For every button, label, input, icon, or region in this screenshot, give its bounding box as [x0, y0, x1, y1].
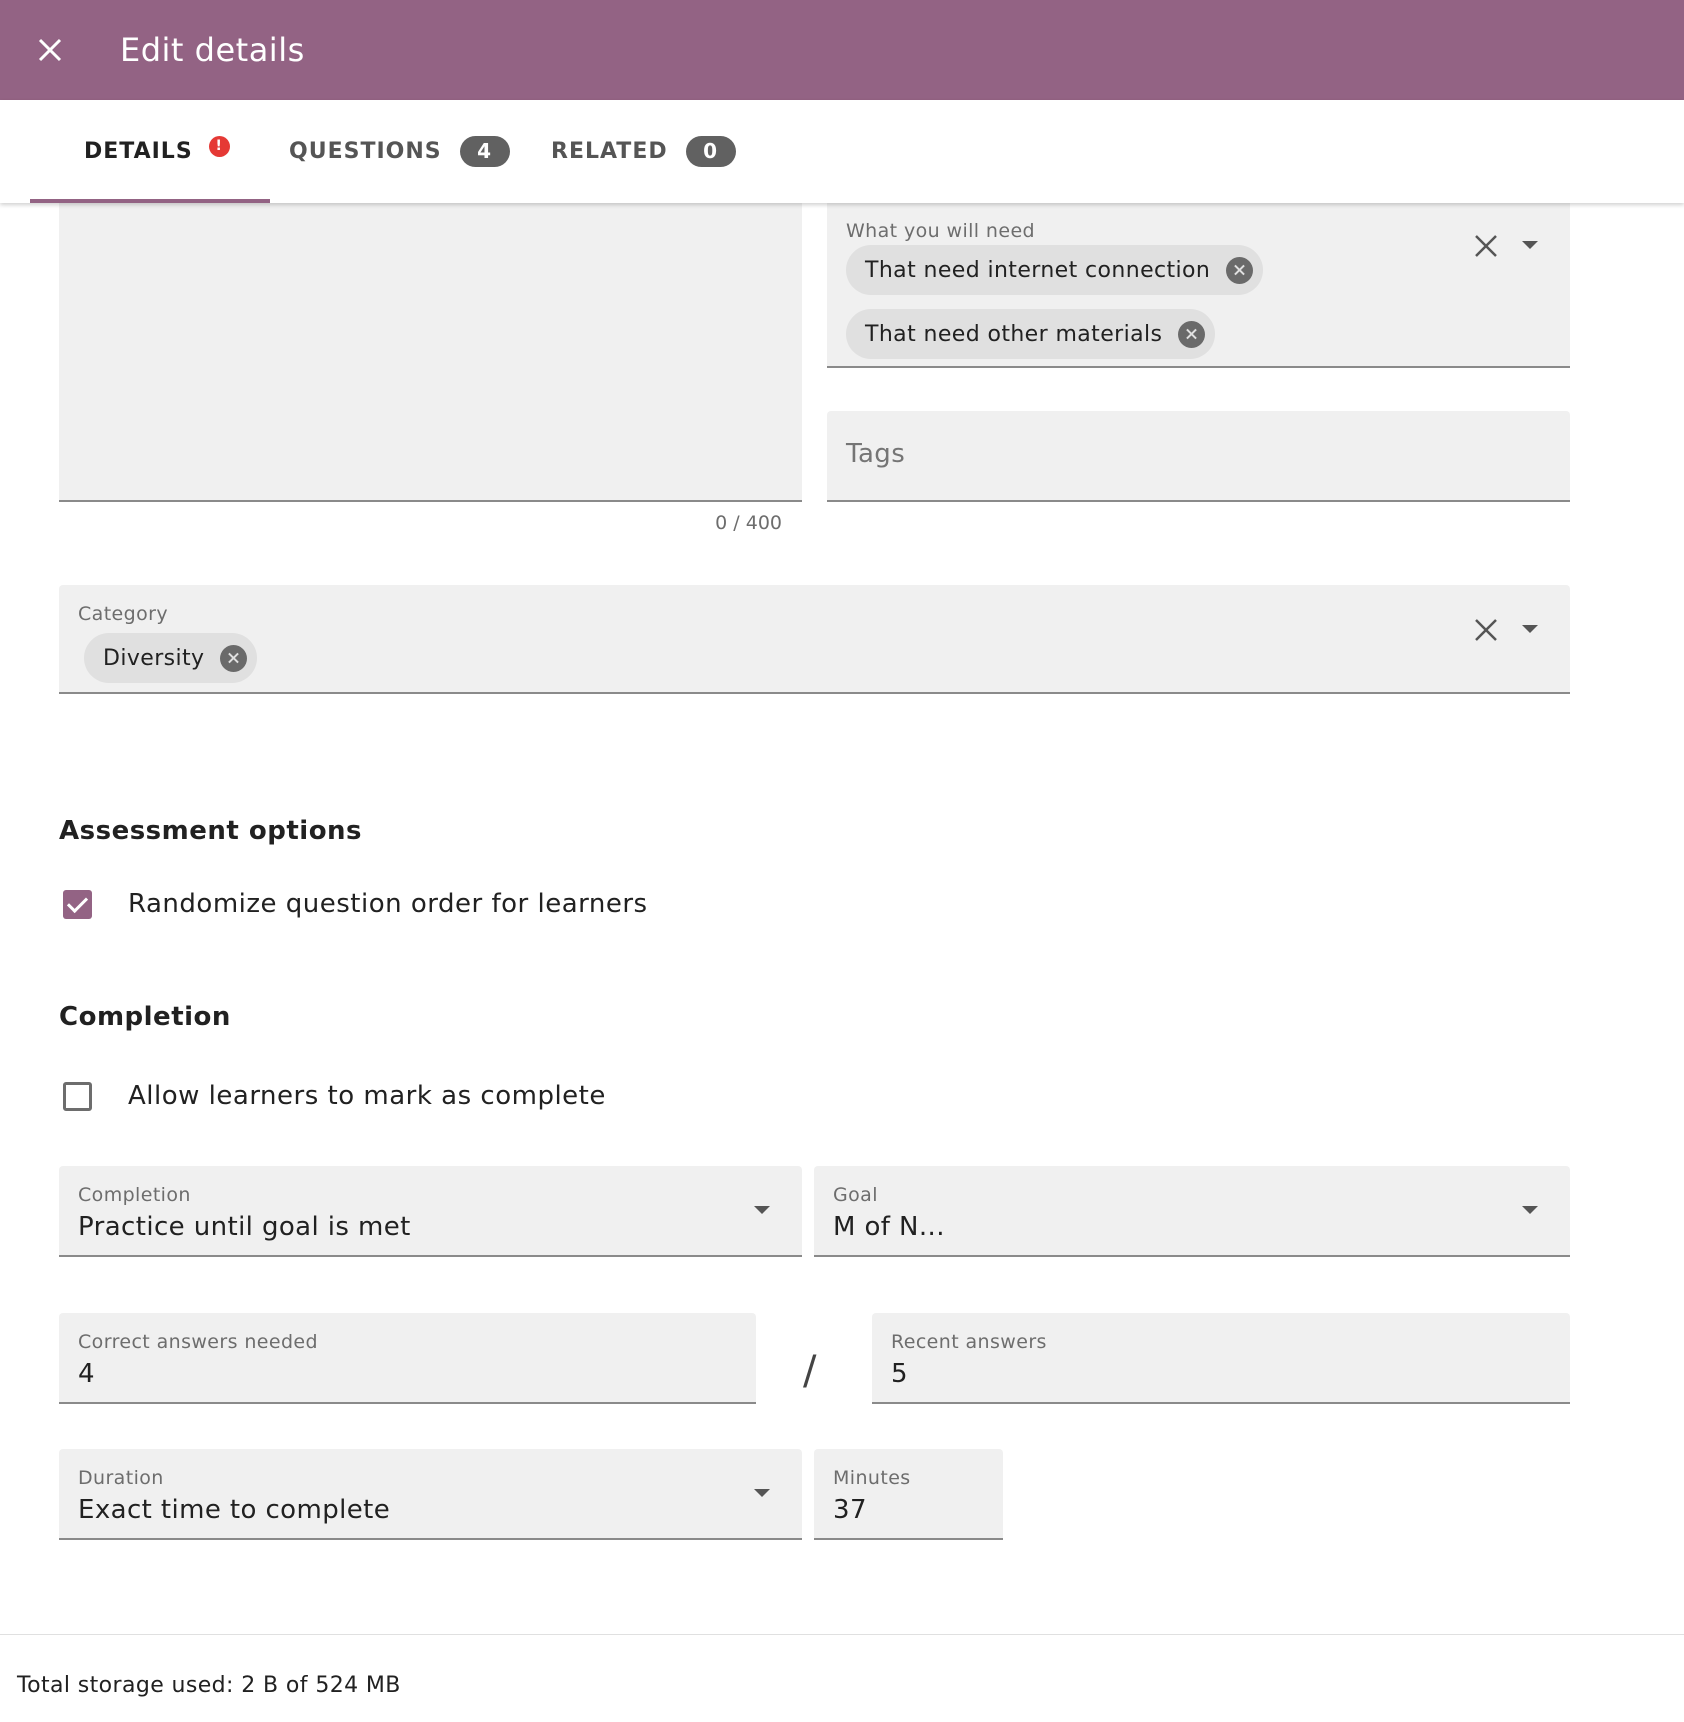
dropdown-caret-icon[interactable] [754, 1206, 770, 1214]
clear-icon[interactable] [1471, 615, 1501, 645]
m-of-n-separator: / [803, 1348, 817, 1394]
randomize-order-label: Randomize question order for learners [128, 889, 648, 919]
page-title: Edit details [120, 31, 305, 69]
close-icon[interactable] [30, 30, 70, 70]
completion-label: Completion [78, 1184, 191, 1206]
dropdown-caret-icon[interactable] [1522, 1206, 1538, 1214]
app-bar: Edit details [0, 0, 1684, 100]
footer: Total storage used: 2 B of 524 MB [0, 1634, 1684, 1722]
tab-details[interactable]: DETAILS ! [84, 100, 230, 203]
dropdown-caret-icon[interactable] [1522, 625, 1538, 633]
checkbox-checked-icon[interactable] [63, 889, 92, 919]
chip-remove-icon[interactable] [1226, 256, 1254, 284]
category-label: Category [78, 603, 168, 625]
checkbox-unchecked-icon[interactable] [63, 1081, 92, 1111]
recent-answers-input[interactable]: Recent answers 5 [872, 1313, 1570, 1404]
description-char-counter: 0 / 400 [715, 512, 782, 534]
error-icon: ! [208, 136, 230, 157]
goal-label: Goal [833, 1184, 878, 1206]
correct-answers-input[interactable]: Correct answers needed 4 [59, 1313, 756, 1404]
tab-questions[interactable]: QUESTIONS 4 [289, 100, 510, 203]
allow-mark-complete-checkbox-row[interactable]: Allow learners to mark as complete [59, 1076, 606, 1116]
tab-related[interactable]: RELATED 0 [551, 100, 736, 203]
clear-icon[interactable] [1471, 231, 1501, 261]
recent-answers-label: Recent answers [891, 1331, 1047, 1353]
dropdown-caret-icon[interactable] [754, 1489, 770, 1497]
randomize-order-checkbox-row[interactable]: Randomize question order for learners [59, 884, 648, 924]
dropdown-caret-icon[interactable] [1522, 241, 1538, 249]
tags-placeholder: Tags [846, 439, 906, 469]
correct-answers-value: 4 [78, 1359, 95, 1389]
completion-select[interactable]: Completion Practice until goal is met [59, 1166, 802, 1257]
category-select[interactable]: Category Diversity [59, 585, 1570, 694]
completion-value: Practice until goal is met [78, 1212, 411, 1242]
minutes-input[interactable]: Minutes 37 [814, 1449, 1003, 1540]
chip-remove-icon[interactable] [1178, 320, 1206, 348]
related-count-badge: 0 [685, 136, 736, 167]
storage-used-text: Total storage used: 2 B of 524 MB [17, 1673, 401, 1698]
need-chip-label: That need internet connection [865, 257, 1211, 283]
assessment-options-heading: Assessment options [59, 816, 363, 846]
tab-questions-label: QUESTIONS [289, 139, 442, 164]
minutes-label: Minutes [833, 1467, 911, 1489]
duration-label: Duration [78, 1467, 164, 1489]
what-you-will-need-label: What you will need [846, 220, 1036, 242]
description-textarea[interactable] [59, 190, 802, 502]
tab-details-label: DETAILS [84, 139, 193, 164]
category-chip: Diversity [84, 633, 258, 683]
recent-answers-value: 5 [891, 1359, 908, 1389]
correct-answers-label: Correct answers needed [78, 1331, 318, 1353]
active-tab-indicator [30, 199, 270, 203]
goal-select[interactable]: Goal M of N... [814, 1166, 1570, 1257]
need-chip: That need internet connection [846, 245, 1264, 295]
need-chip-label: That need other materials [865, 321, 1163, 347]
what-you-will-need-select[interactable]: What you will need That need internet co… [827, 190, 1570, 368]
duration-value: Exact time to complete [78, 1495, 391, 1525]
category-chip-label: Diversity [103, 645, 205, 671]
questions-count-badge: 4 [459, 136, 510, 167]
goal-value: M of N... [833, 1212, 945, 1242]
tab-related-label: RELATED [551, 139, 668, 164]
duration-select[interactable]: Duration Exact time to complete [59, 1449, 802, 1540]
minutes-value: 37 [833, 1495, 867, 1525]
chip-remove-icon[interactable] [220, 644, 248, 672]
need-chip: That need other materials [846, 309, 1216, 359]
tags-input[interactable]: Tags [827, 411, 1570, 502]
completion-heading: Completion [59, 1002, 231, 1032]
allow-mark-complete-label: Allow learners to mark as complete [128, 1081, 606, 1111]
tab-bar: DETAILS ! QUESTIONS 4 RELATED 0 [0, 100, 1684, 203]
